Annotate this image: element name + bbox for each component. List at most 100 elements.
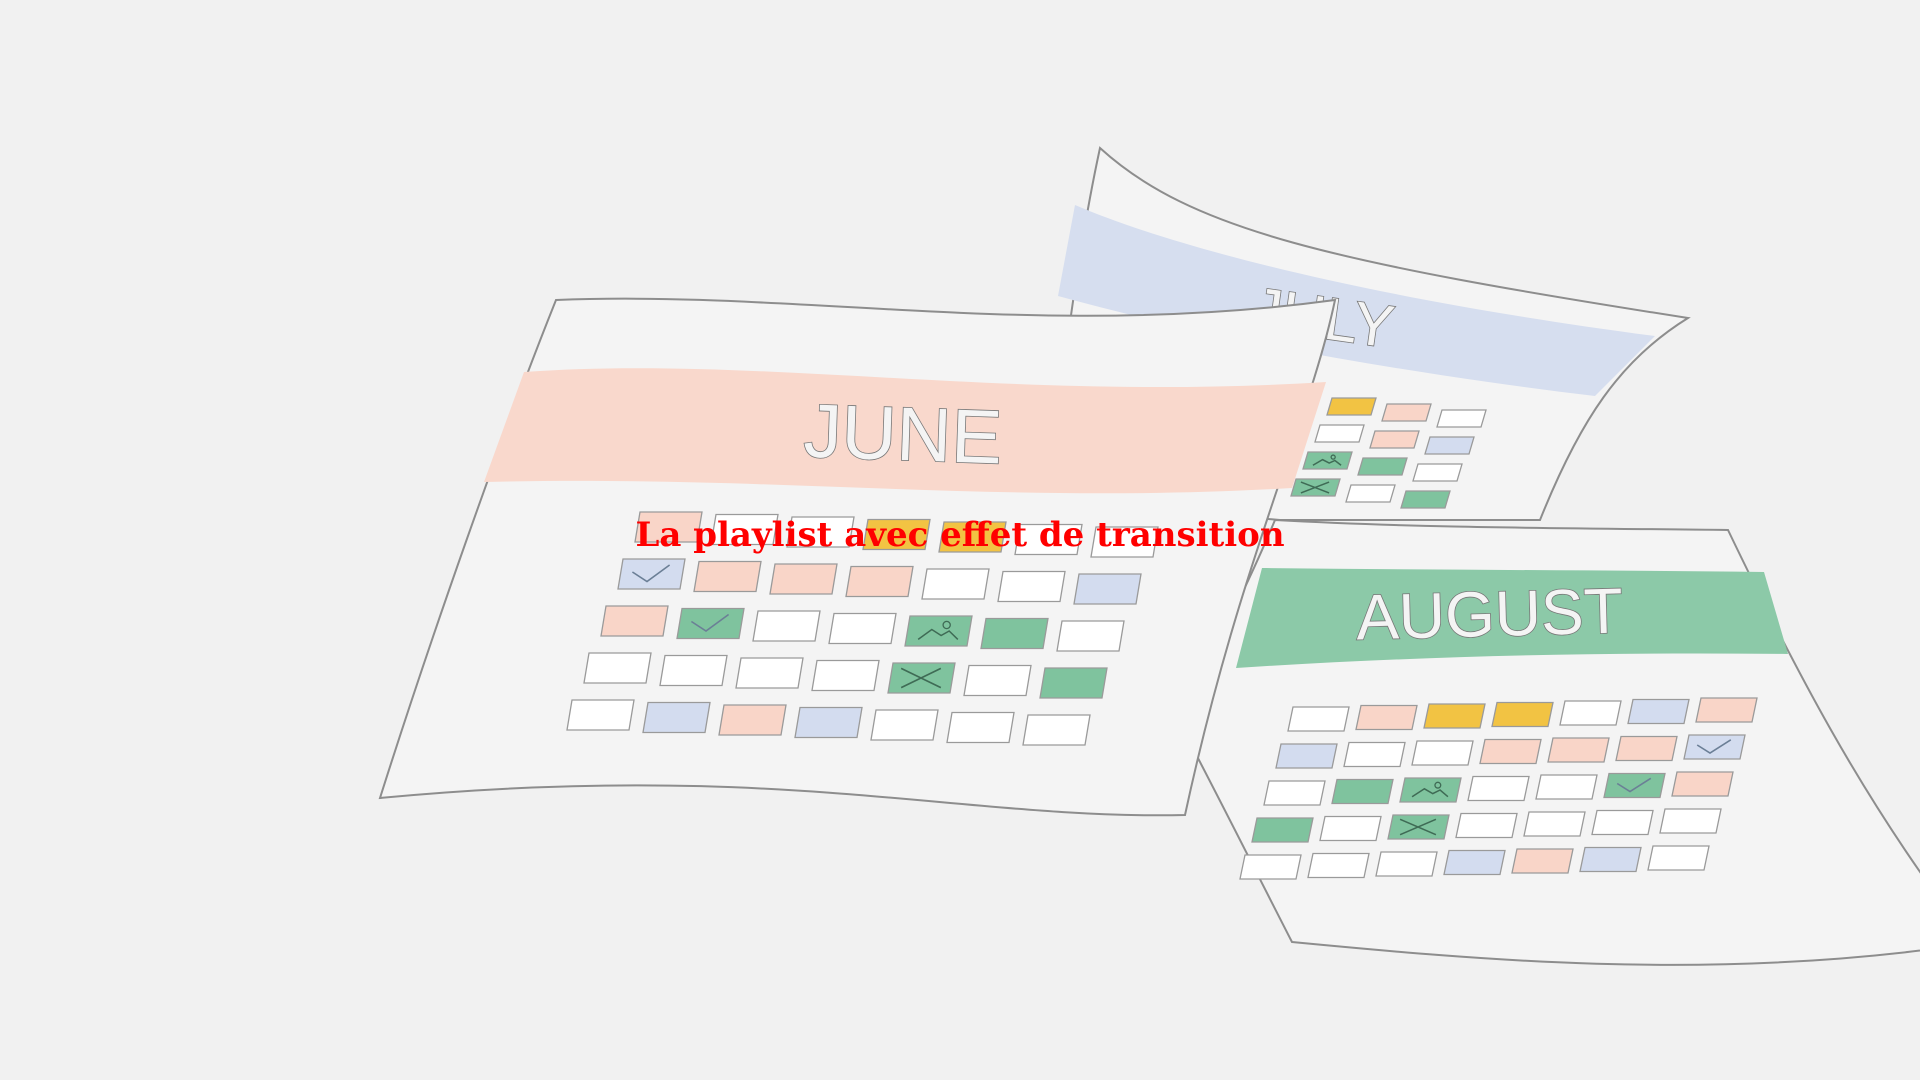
august-day-cell xyxy=(1603,772,1666,799)
august-day-cell xyxy=(1307,852,1370,879)
june-day-cell xyxy=(904,615,973,647)
august-day-cell xyxy=(1287,706,1350,732)
august-day-box xyxy=(1615,735,1678,762)
june-day-box xyxy=(693,560,762,593)
august-day-box xyxy=(1263,780,1326,806)
august-day-cell xyxy=(1443,849,1506,876)
august-day-box xyxy=(1559,700,1622,726)
august-day-cell xyxy=(1423,703,1486,729)
august-day-cell xyxy=(1491,701,1554,728)
august-day-cell xyxy=(1275,743,1338,769)
august-day-box xyxy=(1319,815,1382,842)
july-day-cell xyxy=(1314,424,1365,443)
june-day-box xyxy=(710,513,779,546)
june-day-cell xyxy=(997,570,1066,603)
june-day-cell xyxy=(735,657,804,689)
june-day-cell xyxy=(1090,526,1159,558)
june-day-box xyxy=(862,518,931,551)
june-day-cell xyxy=(786,516,855,548)
july-day-box xyxy=(1357,457,1408,476)
august-day-cell xyxy=(1591,809,1654,836)
june-day-cell xyxy=(634,511,703,543)
june-day-cell xyxy=(693,560,762,593)
video-frame[interactable]: JULY AUGUST JUNE La playlist avec effet … xyxy=(0,0,1920,1080)
july-day-cell xyxy=(1381,403,1432,422)
august-day-box xyxy=(1695,697,1758,723)
june-day-box xyxy=(1022,714,1091,746)
august-day-box xyxy=(1591,809,1654,836)
june-day-box xyxy=(921,568,990,600)
july-day-cell xyxy=(1424,436,1475,455)
august-day-cell xyxy=(1523,811,1586,837)
august-month-label: AUGUST xyxy=(1355,575,1623,654)
august-day-cell xyxy=(1239,854,1302,880)
june-day-cell xyxy=(1056,620,1125,652)
august-day-cell xyxy=(1627,698,1690,725)
august-day-box xyxy=(1455,812,1518,839)
august-day-cell xyxy=(1547,737,1610,763)
august-day-box xyxy=(1603,772,1666,799)
june-day-cell xyxy=(1039,667,1108,699)
june-day-box xyxy=(946,711,1015,744)
august-day-box xyxy=(1683,734,1746,760)
june-day-box xyxy=(642,701,711,734)
june-day-cell xyxy=(811,659,880,692)
june-day-cell xyxy=(828,612,897,645)
june-day-cell xyxy=(617,558,686,590)
august-day-cell xyxy=(1319,815,1382,842)
june-day-cell xyxy=(980,617,1049,650)
august-day-box xyxy=(1627,698,1690,725)
august-day-cell xyxy=(1399,777,1462,803)
june-day-box xyxy=(997,570,1066,603)
june-day-box xyxy=(1039,667,1108,699)
july-day-box xyxy=(1314,424,1365,443)
august-day-box xyxy=(1479,738,1542,765)
august-day-cell xyxy=(1659,808,1722,834)
july-day-cell xyxy=(1357,457,1408,476)
august-day-box xyxy=(1331,778,1394,805)
june-day-box xyxy=(828,612,897,645)
june-day-box xyxy=(583,652,652,684)
june-day-cell xyxy=(600,605,669,637)
june-month-label: JUNE xyxy=(802,389,1003,481)
august-day-box xyxy=(1467,775,1530,802)
august-day-cell xyxy=(1647,845,1710,871)
june-day-box xyxy=(1073,573,1142,605)
june-day-cell xyxy=(870,709,939,741)
july-day-box xyxy=(1369,430,1420,449)
july-day-cell xyxy=(1345,484,1396,503)
june-day-box xyxy=(676,607,745,640)
august-day-cell xyxy=(1683,734,1746,760)
july-day-box xyxy=(1326,397,1377,416)
august-day-cell xyxy=(1455,812,1518,839)
august-day-box xyxy=(1579,846,1642,873)
august-day-cell xyxy=(1615,735,1678,762)
august-day-box xyxy=(1399,777,1462,803)
june-day-box xyxy=(938,521,1007,553)
august-day-cell xyxy=(1579,846,1642,873)
june-day-cell xyxy=(642,701,711,734)
june-day-cell xyxy=(769,563,838,595)
june-day-box xyxy=(718,704,787,736)
august-day-cell xyxy=(1251,817,1314,843)
june-day-box xyxy=(566,699,635,731)
june-day-cell xyxy=(566,699,635,731)
august-day-box xyxy=(1239,854,1302,880)
june-day-cell xyxy=(794,706,863,739)
july-day-box xyxy=(1400,490,1451,509)
august-day-cell xyxy=(1263,780,1326,806)
august-day-box xyxy=(1343,741,1406,768)
june-day-box xyxy=(634,511,703,543)
june-day-cell xyxy=(963,664,1032,697)
june-day-box xyxy=(617,558,686,590)
june-day-cell xyxy=(921,568,990,600)
august-day-cell xyxy=(1387,814,1450,840)
august-day-cell xyxy=(1467,775,1530,802)
june-day-cell xyxy=(845,565,914,598)
june-day-box xyxy=(904,615,973,647)
june-day-box xyxy=(786,516,855,548)
july-day-box xyxy=(1302,451,1353,470)
calendar-june: JUNE xyxy=(378,297,1337,817)
august-day-cell xyxy=(1479,738,1542,765)
june-day-cell xyxy=(752,610,821,642)
